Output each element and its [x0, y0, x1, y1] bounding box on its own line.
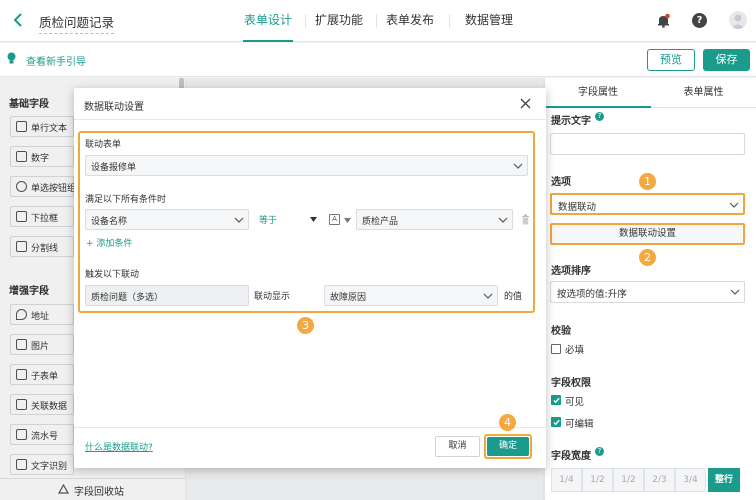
chevron-down-icon [729, 202, 739, 208]
text-type-icon: A [329, 214, 340, 225]
sub-toolbar: 查看新手引导 预览 保存 [0, 43, 756, 77]
plus-icon: + [86, 239, 97, 249]
linked-form-value: 设备报修单 [91, 163, 137, 173]
tab-field-properties[interactable]: 字段属性 [545, 80, 651, 108]
info-icon: ? [595, 112, 604, 121]
option-sort-select[interactable]: 按选项的值:升序 [550, 281, 745, 303]
condition-operator-select[interactable]: 等于 [259, 209, 323, 230]
step-badge-2: 2 [639, 249, 656, 266]
help-link[interactable]: 什么是数据联动? [85, 440, 153, 453]
tab-extensions[interactable]: 扩展功能 [313, 0, 365, 42]
data-linkage-settings-label: 数据联动设置 [618, 228, 676, 239]
option-sort-value: 按选项的值:升序 [557, 289, 627, 300]
check-icon [553, 419, 560, 426]
condition-value-select[interactable]: 质检产品 [356, 209, 513, 230]
step-badge-1: 1 [639, 173, 656, 190]
back-arrow-icon[interactable] [11, 12, 27, 28]
field-width-label: 字段宽度 [551, 451, 591, 462]
option-sort-label: 选项排序 [551, 266, 591, 277]
data-linkage-settings-button[interactable]: 数据联动设置 [550, 223, 745, 245]
hint-text-input[interactable] [550, 133, 745, 155]
field-permission-label: 字段权限 [551, 378, 591, 389]
lightbulb-icon [7, 52, 16, 65]
confirm-button[interactable]: 确定 [487, 437, 529, 456]
chevron-down-icon [483, 293, 493, 299]
chevron-down-icon [234, 217, 244, 223]
top-bar: 质检问题记录 表单设计 扩展功能 表单发布 数据管理 ? [0, 0, 756, 42]
condition-label: 满足以下所有条件时 [85, 195, 167, 205]
width-option-1-4[interactable]: 1/4 [551, 468, 582, 492]
tab-data-management[interactable]: 数据管理 [463, 0, 515, 42]
width-option-full[interactable]: 整行 [708, 468, 740, 492]
info-icon: ? [595, 447, 604, 456]
add-condition-link[interactable]: + 添加条件 [86, 236, 132, 249]
options-source-select[interactable]: 数据联动 [550, 193, 745, 215]
width-option-1-2[interactable]: 1/2 [582, 468, 613, 492]
condition-field-select[interactable]: 设备名称 [85, 209, 249, 230]
tab-form-design[interactable]: 表单设计 [243, 0, 293, 42]
data-linkage-dialog: 数据联动设置 联动表单 设备报修单 满足以下所有条件时 设备名称 等于 A 质检… [74, 88, 546, 468]
trigger-field-value: 质检问题（多选） [91, 293, 164, 303]
hint-text-label: 提示文字 [551, 112, 591, 127]
tab-form-properties[interactable]: 表单属性 [651, 80, 756, 108]
check-icon [553, 397, 560, 404]
add-condition-label: 添加条件 [96, 239, 133, 249]
value-suffix-text: 的值 [504, 292, 523, 302]
trigger-label: 触发以下联动 [85, 270, 140, 280]
preview-button[interactable]: 预览 [647, 49, 695, 71]
dialog-footer-divider [74, 427, 546, 428]
options-source-value: 数据联动 [558, 202, 597, 213]
editable-checkbox[interactable] [551, 417, 561, 427]
trigger-target-value: 故障原因 [330, 293, 367, 303]
delete-condition-icon[interactable] [521, 214, 530, 225]
width-option-1-2[interactable]: 1/2 [613, 468, 644, 492]
cancel-button[interactable]: 取消 [435, 436, 480, 457]
step-badge-3: 3 [297, 317, 314, 334]
linked-form-label: 联动表单 [85, 140, 122, 150]
hint-text-label-text: 提示文字 [551, 116, 591, 127]
caret-down-icon [310, 217, 317, 222]
tab-separator [376, 14, 377, 28]
condition-operator-value: 等于 [259, 216, 278, 226]
visible-checkbox[interactable] [551, 395, 561, 405]
required-label: 必填 [565, 345, 585, 356]
close-icon[interactable] [520, 98, 531, 109]
step-badge-4: 4 [499, 414, 516, 431]
chevron-down-icon [513, 163, 523, 169]
dialog-title: 数据联动设置 [84, 102, 144, 113]
editable-label: 可编辑 [565, 419, 594, 430]
trigger-field: 质检问题（多选） [85, 285, 249, 306]
avatar[interactable] [729, 11, 747, 29]
width-option-2-3[interactable]: 2/3 [644, 468, 675, 492]
tab-publish[interactable]: 表单发布 [384, 0, 436, 42]
form-title[interactable]: 质检问题记录 [39, 12, 115, 34]
trigger-target-select[interactable]: 故障原因 [324, 285, 498, 306]
tab-separator [305, 14, 306, 28]
chevron-down-icon [498, 217, 508, 223]
condition-field-value: 设备名称 [91, 217, 128, 227]
validation-label: 校验 [551, 326, 571, 337]
visible-label: 可见 [565, 397, 585, 408]
value-type-select[interactable]: A [327, 209, 355, 230]
condition-value-text: 质检产品 [362, 217, 399, 227]
save-button[interactable]: 保存 [703, 49, 750, 71]
linkage-display-text: 联动显示 [254, 292, 291, 302]
guide-link[interactable]: 查看新手引导 [26, 53, 86, 68]
tab-separator [449, 14, 450, 28]
notification-bell-icon[interactable] [656, 13, 671, 28]
width-option-3-4[interactable]: 3/4 [675, 468, 706, 492]
caret-down-icon [344, 218, 351, 223]
dialog-divider [74, 119, 546, 120]
linked-form-select[interactable]: 设备报修单 [85, 155, 528, 176]
help-icon[interactable]: ? [692, 13, 707, 28]
options-label: 选项 [551, 177, 571, 188]
required-checkbox[interactable] [551, 344, 561, 354]
chevron-down-icon [730, 289, 740, 295]
